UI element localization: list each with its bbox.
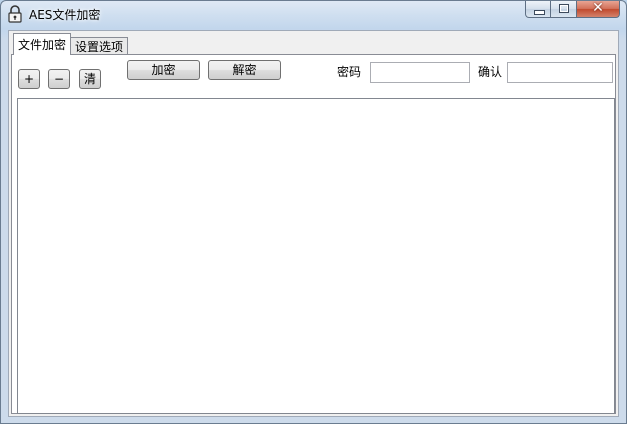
- app-window: AES文件加密 ✕ 文件加密 设置选项 + − 清 加密 解密 密码 确认: [0, 0, 627, 424]
- decrypt-button[interactable]: 解密: [208, 60, 281, 80]
- tab-strip: 文件加密 设置选项: [13, 33, 129, 55]
- client-area: 文件加密 设置选项 + − 清 加密 解密 密码 确认: [8, 30, 619, 417]
- confirm-password-input[interactable]: [507, 62, 613, 83]
- add-file-button[interactable]: +: [18, 69, 40, 89]
- caption-buttons: ✕: [525, 1, 620, 19]
- encrypt-button[interactable]: 加密: [127, 60, 200, 80]
- window-title: AES文件加密: [29, 8, 101, 22]
- maximize-icon: [559, 4, 569, 13]
- tab-panel-file-encrypt: + − 清 加密 解密 密码 确认: [11, 54, 616, 414]
- title-bar[interactable]: AES文件加密 ✕: [1, 1, 626, 27]
- file-list[interactable]: [17, 98, 615, 414]
- lock-icon: [8, 5, 22, 23]
- close-icon: ✕: [592, 0, 604, 16]
- confirm-label: 确认: [478, 65, 503, 79]
- close-button[interactable]: ✕: [577, 1, 620, 18]
- tab-settings[interactable]: 设置选项: [70, 37, 129, 55]
- clear-list-button[interactable]: 清: [79, 69, 101, 89]
- maximize-button[interactable]: [551, 1, 577, 18]
- password-input[interactable]: [370, 62, 470, 83]
- minimize-button[interactable]: [525, 1, 551, 18]
- remove-file-button[interactable]: −: [48, 69, 70, 89]
- password-label: 密码: [337, 65, 362, 79]
- tab-file-encrypt[interactable]: 文件加密: [13, 33, 72, 55]
- minimize-icon: [534, 10, 545, 15]
